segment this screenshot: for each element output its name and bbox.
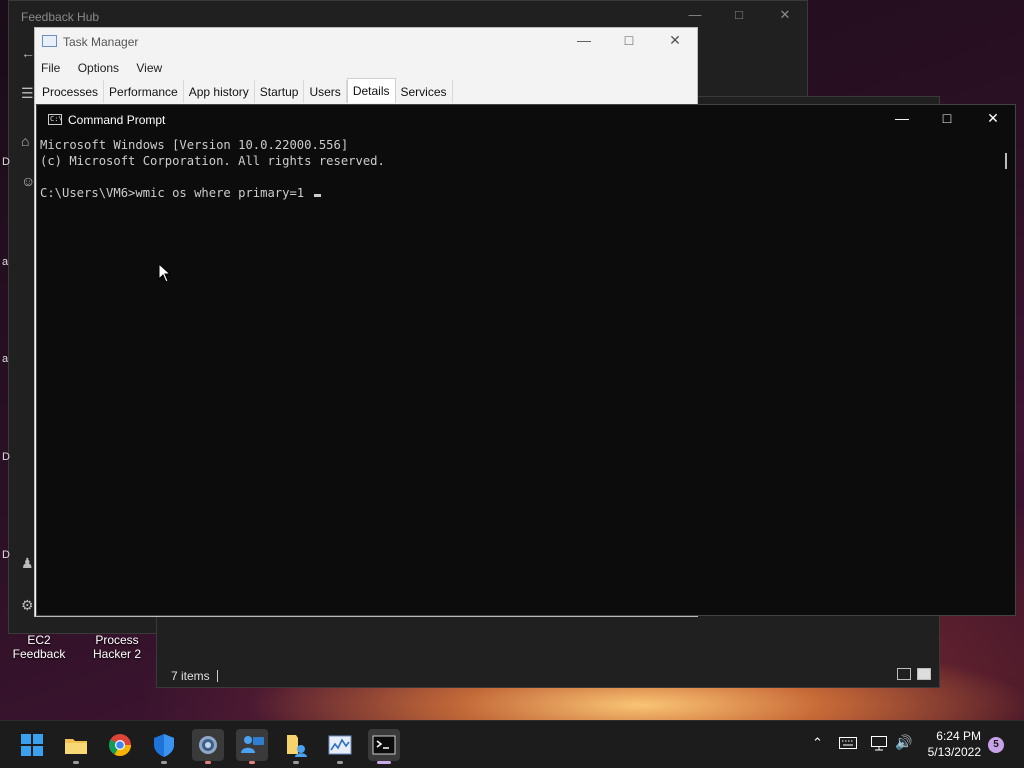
start-button[interactable] xyxy=(16,729,48,761)
chrome-icon xyxy=(109,734,131,756)
maximize-icon[interactable]: □ xyxy=(729,7,749,22)
command-input[interactable]: C:\Users\VM6>wmic os where primary=1 xyxy=(40,186,312,200)
item-count: 7 items xyxy=(171,669,210,683)
gear-icon[interactable]: ⚙ xyxy=(21,597,34,614)
menu-options[interactable]: Options xyxy=(64,58,119,78)
taskbar-chrome[interactable] xyxy=(104,729,136,761)
running-indicator xyxy=(161,761,167,764)
tab-services[interactable]: Services xyxy=(396,80,453,103)
taskbar-settings[interactable] xyxy=(192,729,224,764)
clock-time: 6:24 PM xyxy=(936,729,981,743)
taskbar: ⌃ 🔊 6:24 PM 5/13/2022 5 xyxy=(0,720,1024,768)
keyboard-icon[interactable] xyxy=(839,737,857,752)
back-arrow-icon[interactable]: ← xyxy=(21,45,35,61)
close-icon[interactable]: ✕ xyxy=(775,7,795,23)
close-icon[interactable]: ✕ xyxy=(981,110,1005,127)
start-icon xyxy=(21,734,43,756)
task-manager-icon xyxy=(328,735,352,755)
notification-badge[interactable]: 5 xyxy=(988,737,1004,753)
tab-strip: Processes Performance App history Startu… xyxy=(35,78,697,105)
large-icons-view-icon[interactable] xyxy=(917,668,931,680)
running-indicator xyxy=(205,761,211,764)
taskbar-command-prompt[interactable] xyxy=(368,729,400,764)
defender-icon xyxy=(154,734,174,757)
desktop-icon-label: EC2 Feedback xyxy=(12,633,66,661)
home-icon[interactable]: ⌂ xyxy=(21,133,29,149)
window-title: Task Manager xyxy=(63,35,139,49)
volume-icon[interactable]: 🔊 xyxy=(895,734,912,751)
file-explorer-icon xyxy=(65,739,87,754)
hamburger-menu-icon[interactable]: ☰ xyxy=(21,85,34,102)
console-prompt-line[interactable]: C:\Users\VM6>wmic os where primary=1 xyxy=(40,185,993,201)
view-toggle xyxy=(891,668,931,683)
close-icon[interactable]: ✕ xyxy=(664,32,686,49)
clock-date: 5/13/2022 xyxy=(927,745,981,759)
desktop-icon-process-hacker[interactable]: Process Hacker 2 xyxy=(84,633,150,661)
tab-processes[interactable]: Processes xyxy=(35,80,105,103)
tab-performance[interactable]: Performance xyxy=(104,80,184,103)
tab-app-history[interactable]: App history xyxy=(184,80,255,103)
status-divider xyxy=(217,670,218,682)
maximize-icon[interactable]: □ xyxy=(935,110,959,126)
user-icon[interactable]: ♟ xyxy=(21,555,34,572)
taskbar-folder-user[interactable] xyxy=(280,729,312,764)
clock[interactable]: 6:24 PM 5/13/2022 xyxy=(928,728,981,760)
running-indicator xyxy=(337,761,343,764)
minimize-icon[interactable]: — xyxy=(685,7,705,22)
edge-letter: D xyxy=(2,156,10,168)
desktop-icon-label: Process Hacker 2 xyxy=(92,633,142,661)
tab-details[interactable]: Details xyxy=(346,78,396,103)
maximize-icon[interactable]: □ xyxy=(618,32,640,48)
text-cursor xyxy=(313,194,321,197)
console-output[interactable]: Microsoft Windows [Version 10.0.22000.55… xyxy=(40,137,993,611)
tab-startup[interactable]: Startup xyxy=(255,80,305,103)
running-indicator xyxy=(293,761,299,764)
running-indicator xyxy=(249,761,255,764)
running-indicator xyxy=(73,761,79,764)
task-manager-icon xyxy=(42,35,57,47)
edge-letter: D xyxy=(2,549,10,561)
edge-letter: a xyxy=(2,256,9,268)
chevron-up-icon[interactable]: ⌃ xyxy=(812,735,823,751)
command-prompt-icon: C:\ xyxy=(48,114,63,125)
active-indicator xyxy=(377,761,391,764)
details-view-icon[interactable] xyxy=(897,668,911,680)
scrollbar-thumb[interactable] xyxy=(1005,153,1007,169)
feedback-hub-icon xyxy=(241,736,264,753)
taskbar-task-manager[interactable] xyxy=(324,729,356,764)
menu-view[interactable]: View xyxy=(122,58,162,78)
minimize-icon[interactable]: — xyxy=(573,32,595,48)
menu-bar: File Options View xyxy=(35,58,697,78)
title-bar[interactable]: C:\ Command Prompt — □ ✕ xyxy=(37,105,1015,135)
command-prompt-icon xyxy=(372,735,396,755)
tab-users[interactable]: Users xyxy=(304,80,347,103)
mouse-pointer-icon xyxy=(158,263,172,283)
taskbar-feedback-hub[interactable] xyxy=(236,729,268,764)
network-icon[interactable] xyxy=(871,736,889,754)
window-title: Command Prompt xyxy=(68,113,166,127)
console-line: (c) Microsoft Corporation. All rights re… xyxy=(40,154,385,168)
window-title: Feedback Hub xyxy=(21,10,100,24)
taskbar-file-explorer[interactable] xyxy=(60,729,92,764)
taskbar-defender[interactable] xyxy=(148,729,180,764)
command-prompt-window[interactable]: C:\ Command Prompt — □ ✕ Microsoft Windo… xyxy=(36,104,1016,616)
console-line: Microsoft Windows [Version 10.0.22000.55… xyxy=(40,138,349,152)
edge-letter: a xyxy=(2,353,9,365)
settings-icon xyxy=(199,736,217,754)
folder-user-icon xyxy=(287,735,307,757)
menu-file[interactable]: File xyxy=(35,58,60,78)
minimize-icon[interactable]: — xyxy=(890,110,914,126)
desktop-icon-ec2-feedback[interactable]: EC2 Feedback xyxy=(0,633,78,661)
edge-letter: D xyxy=(2,451,10,463)
